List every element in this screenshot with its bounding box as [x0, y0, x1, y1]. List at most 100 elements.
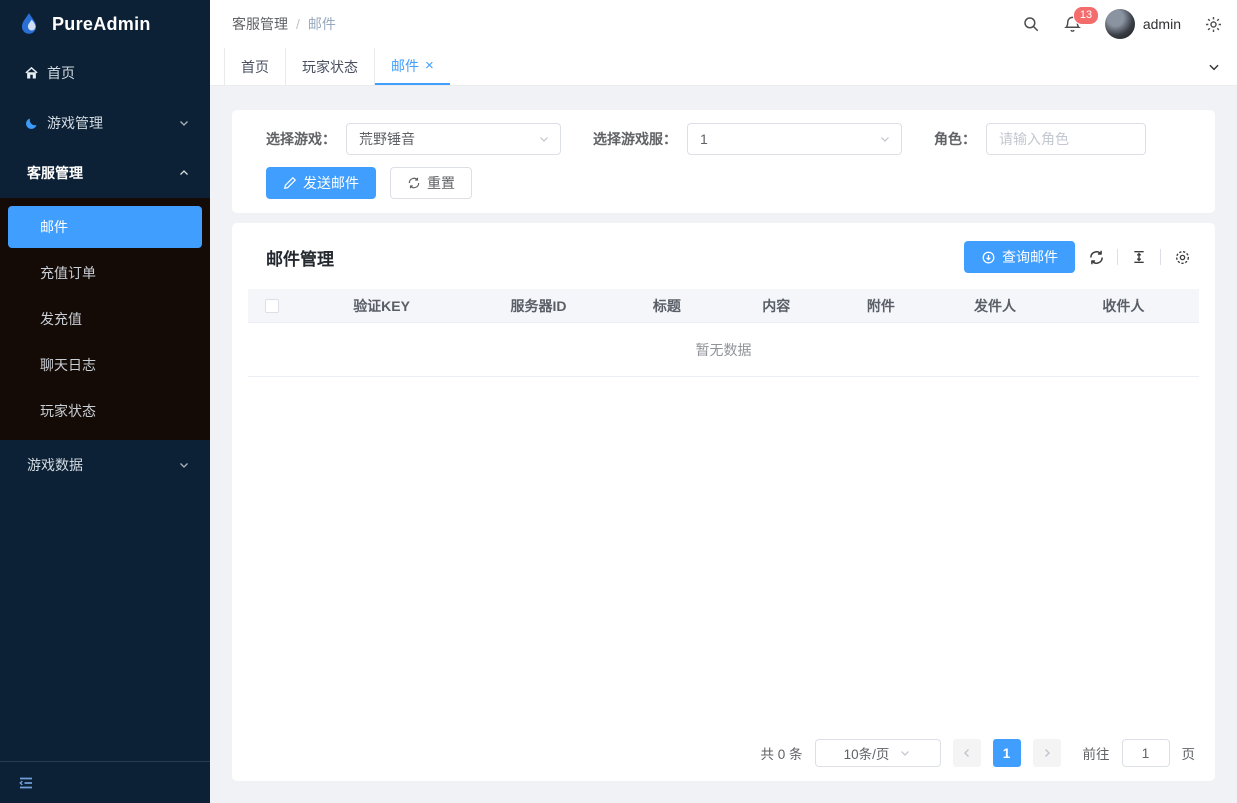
logo[interactable]: PureAdmin	[0, 0, 210, 48]
chevron-left-icon	[961, 747, 973, 759]
row-density-icon[interactable]	[1130, 248, 1148, 266]
sidebar-item-label: 充值订单	[40, 263, 96, 283]
breadcrumb: 客服管理 / 邮件	[232, 14, 336, 34]
sidebar-subitem-mail[interactable]: 邮件	[8, 206, 202, 248]
page-number-button[interactable]: 1	[993, 739, 1021, 767]
main-area: 客服管理 / 邮件 13 admin 首页 玩家状态	[210, 0, 1237, 803]
chevron-right-icon	[1041, 747, 1053, 759]
top-header: 客服管理 / 邮件 13 admin	[210, 0, 1237, 48]
tab-home[interactable]: 首页	[224, 48, 286, 85]
send-mail-button[interactable]: 发送邮件	[266, 167, 376, 199]
tab-label: 邮件	[391, 56, 419, 76]
filter-card: 选择游戏： 荒野锤音 选择游戏服： 1 角色： 发送邮件	[232, 110, 1215, 213]
card-toolbar: 查询邮件	[964, 241, 1191, 273]
chevron-down-icon	[538, 133, 550, 145]
sidebar: PureAdmin 首页 游戏管理 客服管理 邮件 充值订单	[0, 0, 210, 803]
select-all-checkbox[interactable]	[265, 299, 279, 313]
column-header: 发件人	[933, 296, 1057, 316]
app-logo-icon	[16, 11, 42, 37]
table-header-row: 验证KEY 服务器ID 标题 内容 附件 发件人 收件人	[248, 289, 1199, 323]
sidebar-item-home[interactable]: 首页	[0, 48, 210, 98]
server-select-value: 1	[700, 131, 873, 147]
circle-arrow-down-icon	[981, 250, 996, 265]
sidebar-item-customer-service[interactable]: 客服管理	[0, 148, 210, 198]
search-icon[interactable]	[1021, 14, 1041, 34]
game-select-label: 选择游戏：	[266, 129, 336, 149]
server-select[interactable]: 1	[687, 123, 902, 155]
tabs-menu-toggle[interactable]	[1207, 48, 1237, 85]
sidebar-item-label: 发充值	[40, 309, 82, 329]
chevron-up-icon	[178, 167, 190, 179]
chevron-down-icon	[178, 117, 190, 129]
sidebar-subitem-recharge-orders[interactable]: 充值订单	[8, 252, 202, 294]
refresh-icon	[407, 176, 421, 190]
refresh-table-icon[interactable]	[1087, 248, 1105, 266]
page-content: 选择游戏： 荒野锤音 选择游戏服： 1 角色： 发送邮件	[210, 86, 1237, 803]
column-header: 标题	[610, 296, 724, 316]
reset-button[interactable]: 重置	[390, 167, 472, 199]
chevron-down-icon	[879, 133, 891, 145]
sidebar-subitem-player-status[interactable]: 玩家状态	[8, 390, 202, 432]
column-header: 服务器ID	[467, 296, 610, 316]
collapse-sidebar-icon[interactable]	[16, 773, 36, 793]
toolbar-divider	[1117, 249, 1118, 265]
sidebar-item-game-management[interactable]: 游戏管理	[0, 98, 210, 148]
avatar	[1105, 9, 1135, 39]
column-settings-icon[interactable]	[1173, 248, 1191, 266]
sidebar-item-label: 游戏数据	[27, 455, 178, 475]
sidebar-menu: 首页 游戏管理 客服管理 邮件 充值订单 发充值 聊天日志	[0, 48, 210, 761]
role-input[interactable]	[986, 123, 1146, 155]
breadcrumb-item-parent[interactable]: 客服管理	[232, 14, 288, 34]
sidebar-subitem-chat-log[interactable]: 聊天日志	[8, 344, 202, 386]
notification-bell-icon[interactable]: 13	[1063, 14, 1083, 34]
chevron-down-icon	[1207, 60, 1221, 74]
toolbar-divider	[1160, 249, 1161, 265]
page-size-select[interactable]: 10条/页	[815, 739, 941, 767]
user-menu[interactable]: admin	[1105, 9, 1181, 39]
pagination-total: 共 0 条	[760, 743, 802, 763]
tab-label: 玩家状态	[302, 57, 358, 77]
mail-management-card: 邮件管理 查询邮件	[232, 223, 1215, 781]
sidebar-item-game-data[interactable]: 游戏数据	[0, 440, 210, 490]
prev-page-button[interactable]	[953, 739, 981, 767]
game-select[interactable]: 荒野锤音	[346, 123, 561, 155]
customer-service-submenu: 邮件 充值订单 发充值 聊天日志 玩家状态	[0, 198, 210, 440]
role-input-label: 角色：	[934, 129, 976, 149]
tab-mail[interactable]: 邮件 ×	[375, 48, 450, 85]
close-icon[interactable]: ×	[425, 58, 434, 73]
goto-page-input[interactable]	[1122, 739, 1170, 767]
column-header: 收件人	[1057, 296, 1190, 316]
settings-gear-icon[interactable]	[1203, 14, 1223, 34]
mail-table: 验证KEY 服务器ID 标题 内容 附件 发件人 收件人 暂无数据	[248, 289, 1199, 377]
sidebar-item-label: 客服管理	[27, 163, 178, 183]
tab-player-status[interactable]: 玩家状态	[286, 48, 375, 85]
sidebar-item-label: 聊天日志	[40, 355, 96, 375]
breadcrumb-separator: /	[296, 16, 300, 32]
pagination: 共 0 条 10条/页 1 前往 页	[248, 739, 1199, 767]
game-select-value: 荒野锤音	[359, 129, 532, 149]
header-actions: 13 admin	[1021, 9, 1223, 39]
username: admin	[1143, 16, 1181, 32]
server-select-label: 选择游戏服：	[593, 129, 677, 149]
notification-badge: 13	[1073, 6, 1099, 25]
sidebar-item-label: 邮件	[40, 217, 68, 237]
goto-label: 前往	[1083, 743, 1110, 763]
sidebar-item-label: 游戏管理	[47, 113, 178, 133]
goto-suffix: 页	[1182, 743, 1196, 763]
table-empty-state: 暂无数据	[248, 323, 1199, 377]
sidebar-item-label: 首页	[47, 63, 190, 83]
edit-pen-icon	[283, 176, 297, 190]
chevron-down-icon	[899, 747, 911, 759]
tag-tabs-bar: 首页 玩家状态 邮件 ×	[210, 48, 1237, 86]
column-header: 附件	[829, 296, 934, 316]
chevron-down-icon	[178, 459, 190, 471]
query-mail-button[interactable]: 查询邮件	[964, 241, 1075, 273]
breadcrumb-item-current: 邮件	[308, 14, 336, 34]
card-title: 邮件管理	[266, 245, 334, 270]
home-icon	[23, 65, 39, 81]
next-page-button[interactable]	[1033, 739, 1061, 767]
sidebar-item-label: 玩家状态	[40, 401, 96, 421]
column-header: 验证KEY	[296, 296, 467, 316]
tab-label: 首页	[241, 57, 269, 77]
sidebar-subitem-send-recharge[interactable]: 发充值	[8, 298, 202, 340]
